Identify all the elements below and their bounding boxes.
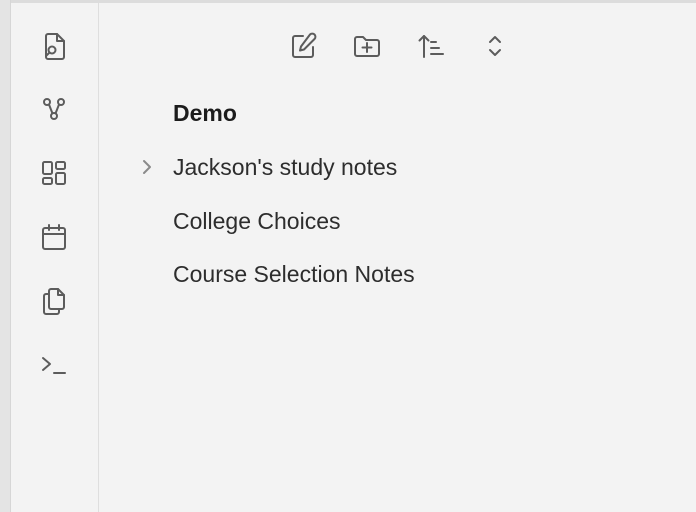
window-left-edge — [0, 0, 11, 512]
left-ribbon — [11, 3, 99, 512]
quick-switcher-icon[interactable] — [38, 30, 70, 62]
file-explorer: Demo Jackson's study notes College Choic… — [99, 3, 696, 512]
folder-label: Jackson's study notes — [173, 153, 398, 180]
terminal-icon[interactable] — [38, 349, 70, 381]
new-folder-icon[interactable] — [350, 29, 384, 63]
canvas-icon[interactable] — [38, 157, 70, 189]
vault-root[interactable]: Demo — [99, 95, 659, 131]
app-window: Demo Jackson's study notes College Choic… — [0, 0, 696, 512]
file-item[interactable]: College Choices — [99, 203, 659, 239]
file-label: College Choices — [173, 207, 341, 234]
expand-collapse-icon[interactable] — [478, 29, 512, 63]
file-item[interactable]: Course Selection Notes — [99, 256, 659, 292]
graph-view-icon[interactable] — [38, 93, 70, 125]
templates-icon[interactable] — [38, 285, 70, 317]
file-label: Course Selection Notes — [173, 260, 415, 287]
folder-item[interactable]: Jackson's study notes — [99, 149, 659, 185]
daily-note-icon[interactable] — [38, 221, 70, 253]
new-note-icon[interactable] — [286, 29, 320, 63]
vault-root-label: Demo — [173, 99, 237, 126]
chevron-right-icon[interactable] — [137, 157, 157, 177]
sort-icon[interactable] — [414, 29, 448, 63]
